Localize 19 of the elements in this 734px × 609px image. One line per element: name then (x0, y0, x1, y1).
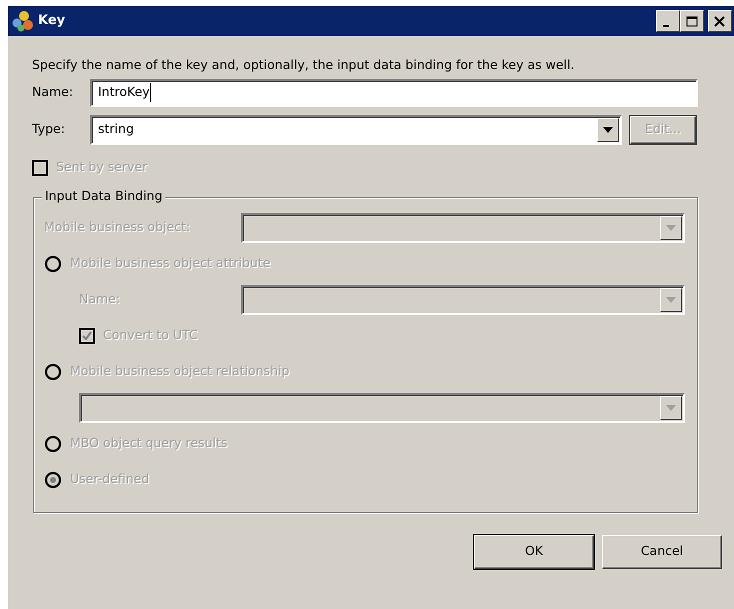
maximize-button[interactable] (680, 10, 704, 32)
close-icon (713, 16, 727, 26)
dialog-button[interactable]: OK (474, 534, 594, 569)
window-title: Key (38, 12, 66, 30)
dialog-button[interactable]: Cancel (602, 534, 722, 569)
dropdown-arrow-icon (666, 404, 676, 411)
name-label: Name: (32, 83, 74, 102)
dropdown-arrow-icon (666, 296, 676, 303)
close-button[interactable] (708, 10, 732, 32)
dropdown[interactable]: string (90, 114, 622, 145)
minimize-icon (663, 24, 669, 26)
app-icon (12, 10, 34, 32)
minimize-button[interactable] (656, 10, 680, 32)
name-field[interactable]: IntroKey (90, 78, 698, 107)
maximize-icon (685, 16, 699, 26)
type-label: Type: (32, 120, 66, 138)
description-text: Specify the name of the key and, optionally, the input data binding for the key as well. (32, 56, 576, 74)
dropdown-arrow-icon (666, 224, 676, 231)
dropdown-arrow-icon (603, 126, 613, 133)
